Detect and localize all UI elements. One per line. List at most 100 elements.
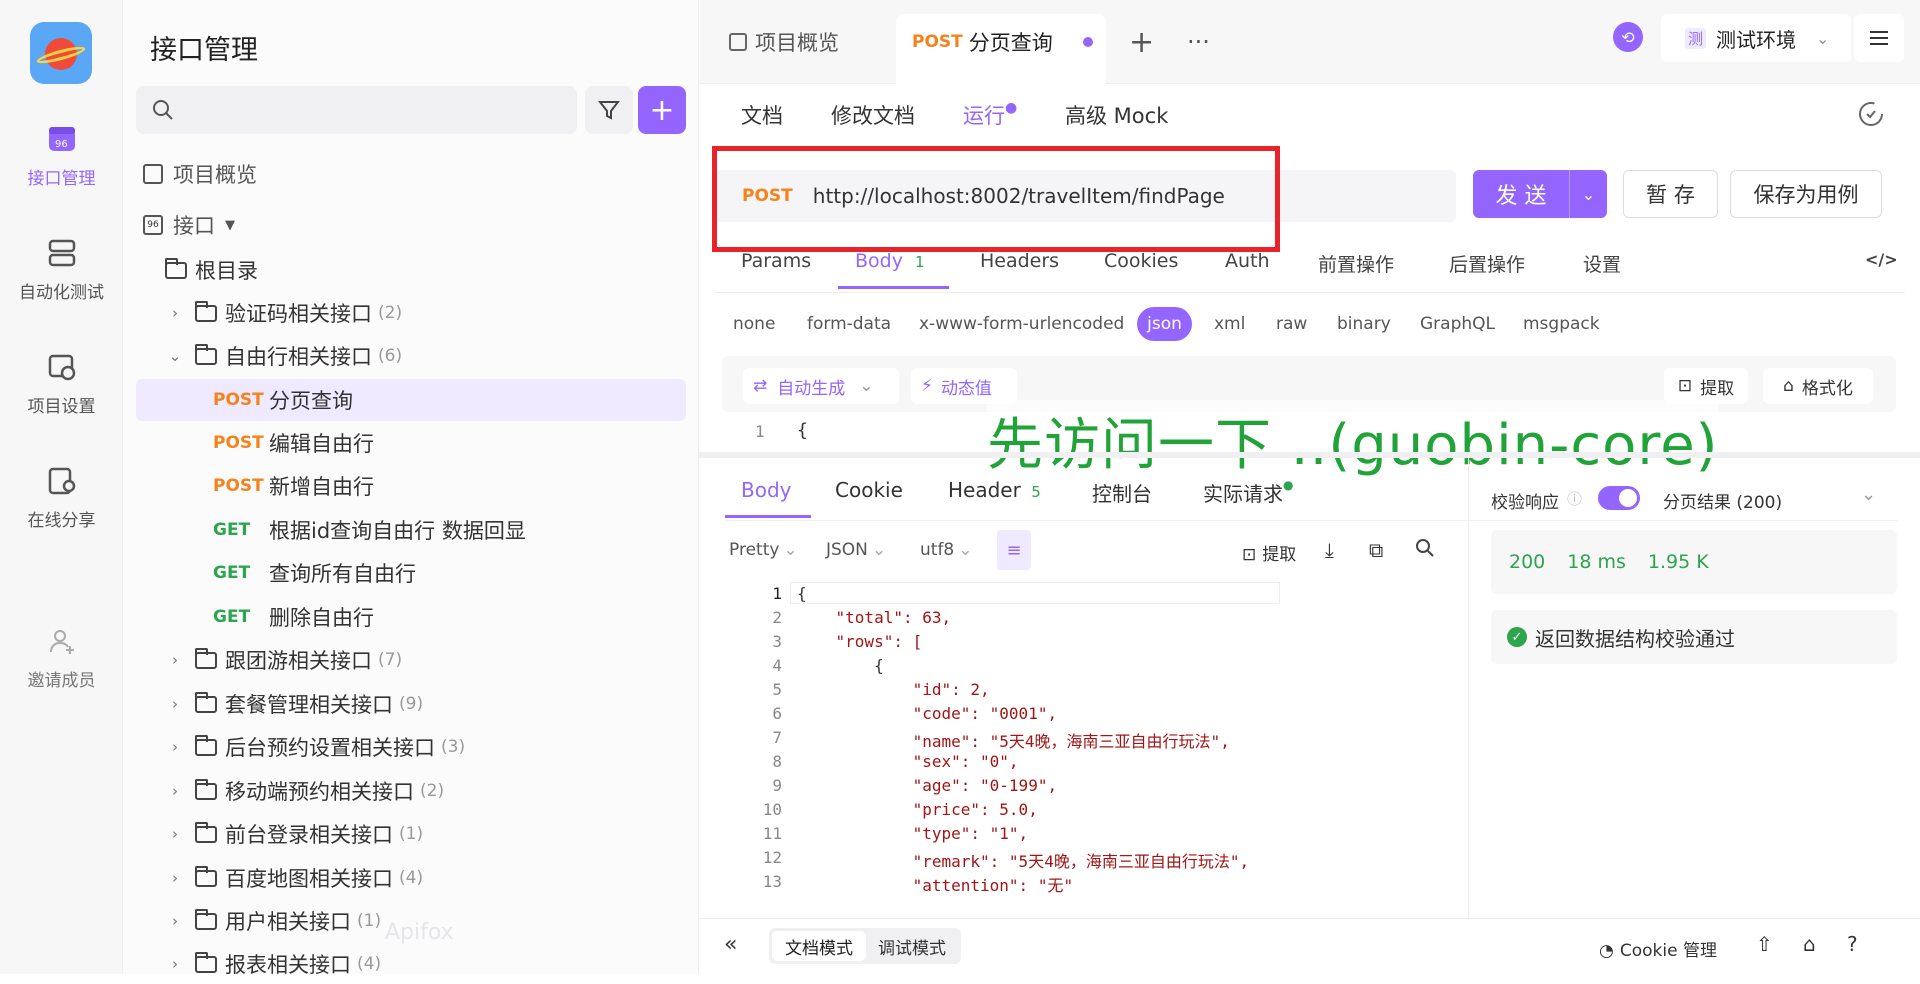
- wrap-toggle[interactable]: ≡: [997, 530, 1031, 570]
- panel-splitter[interactable]: [699, 452, 1920, 458]
- ctype-urlencoded[interactable]: x-www-form-urlencoded: [919, 314, 1124, 334]
- format-button[interactable]: ⌂ 格式化: [1763, 368, 1873, 404]
- folder-row[interactable]: › 报表相关接口 (4): [165, 944, 381, 984]
- rail-item-settings[interactable]: 项目设置: [0, 352, 123, 417]
- dynamic-value-button[interactable]: ⚡ 动态值: [911, 368, 1017, 404]
- encoding-select[interactable]: utf8 ⌄: [920, 540, 973, 560]
- resp-extract-button[interactable]: ⊡ 提取: [1242, 540, 1296, 565]
- debug-mode-button[interactable]: 调试模式: [866, 931, 958, 961]
- json-select[interactable]: JSON ⌄: [826, 540, 886, 560]
- chevron-down-icon[interactable]: ⌄: [1861, 484, 1876, 505]
- plus-icon: +: [649, 92, 675, 128]
- send-button[interactable]: 发 送 ⌄: [1473, 170, 1607, 218]
- sidebar-item-interface[interactable]: 96 接口 ▼: [143, 205, 235, 245]
- ctype-binary[interactable]: binary: [1337, 314, 1391, 334]
- endpoint-row[interactable]: POST 分页查询: [213, 380, 353, 420]
- doc-mode-button[interactable]: 文档模式: [772, 931, 866, 961]
- rail-item-automation[interactable]: 自动化测试: [0, 238, 123, 303]
- add-user-icon: [47, 626, 77, 656]
- endpoint-row[interactable]: GET 查询所有自由行: [213, 553, 416, 593]
- ctype-form-data[interactable]: form-data: [807, 314, 891, 334]
- folder-row[interactable]: › 验证码相关接口 (2): [165, 293, 402, 333]
- more-icon[interactable]: ···: [1187, 14, 1210, 70]
- shirt-icon[interactable]: ⌂: [1803, 932, 1816, 956]
- tab-body[interactable]: Body 1: [855, 250, 925, 272]
- auto-generate-button[interactable]: ⇄ 自动生成 ⌄: [743, 368, 899, 404]
- chevron-down-icon[interactable]: ⌄: [1570, 185, 1607, 204]
- search-input[interactable]: [136, 86, 577, 134]
- validate-result-select[interactable]: 分页结果 (200): [1663, 488, 1782, 513]
- svg-text:96: 96: [55, 139, 68, 150]
- copy-icon[interactable]: ⧉: [1369, 538, 1383, 562]
- ctype-msgpack[interactable]: msgpack: [1523, 314, 1600, 334]
- ctype-none[interactable]: none: [733, 314, 775, 334]
- env-selector[interactable]: 测 测试环境 ⌄: [1661, 14, 1851, 62]
- sync-button[interactable]: ⟲: [1613, 22, 1643, 52]
- folder-row[interactable]: › 用户相关接口 (1): [165, 901, 381, 941]
- pretty-select[interactable]: Pretty ⌄: [729, 540, 798, 560]
- tab-params[interactable]: Params: [741, 250, 811, 272]
- extract-button[interactable]: ⊡ 提取: [1664, 368, 1748, 404]
- resp-tab-cookie[interactable]: Cookie: [835, 478, 903, 502]
- save-button[interactable]: 暂 存: [1623, 170, 1718, 218]
- resp-tab-header[interactable]: Header 5: [948, 478, 1041, 502]
- folder-row[interactable]: › 百度地图相关接口 (4): [165, 858, 423, 898]
- upload-icon[interactable]: ⇧: [1756, 932, 1773, 956]
- tab-pre-op[interactable]: 前置操作: [1318, 250, 1394, 277]
- folder-icon: [195, 821, 217, 843]
- download-icon[interactable]: ⤓: [1325, 538, 1334, 562]
- resp-tab-console[interactable]: 控制台: [1092, 478, 1152, 507]
- tab-doc[interactable]: 文档: [741, 100, 783, 130]
- tab-cookies[interactable]: Cookies: [1104, 250, 1178, 272]
- tab-post-op[interactable]: 后置操作: [1449, 250, 1525, 277]
- wrap-icon: ≡: [1006, 539, 1022, 561]
- chevron-right-icon: ›: [172, 912, 178, 930]
- resp-tab-actual[interactable]: 实际请求●: [1203, 478, 1293, 507]
- code-icon[interactable]: </>: [1865, 250, 1898, 269]
- search-icon[interactable]: [1415, 538, 1435, 563]
- tab-run[interactable]: 运行●: [963, 100, 1017, 130]
- ctype-xml[interactable]: xml: [1214, 314, 1245, 334]
- rail-item-api[interactable]: 96 接口管理: [0, 124, 123, 189]
- resp-tab-body[interactable]: Body: [741, 478, 792, 502]
- folder-row[interactable]: › 前台登录相关接口 (1): [165, 814, 423, 854]
- code-line: "name": "5天4晚，海南三亚自由行玩法",: [797, 732, 1230, 751]
- rail-item-invite[interactable]: 邀请成员: [0, 626, 123, 691]
- tab-settings[interactable]: 设置: [1583, 250, 1621, 277]
- automation-icon: [47, 238, 77, 268]
- folder-row[interactable]: › 跟团游相关接口 (7): [165, 640, 402, 680]
- folder-row[interactable]: ⌄ 自由行相关接口 (6): [165, 336, 402, 376]
- root-folder[interactable]: 根目录: [165, 250, 258, 290]
- endpoint-row[interactable]: POST 新增自由行: [213, 466, 374, 506]
- history-icon[interactable]: [1857, 100, 1885, 133]
- wand-icon: ⚡: [921, 376, 933, 396]
- tab-headers[interactable]: Headers: [980, 250, 1059, 272]
- ctype-graphql[interactable]: GraphQL: [1420, 314, 1495, 334]
- endpoint-row[interactable]: GET 根据id查询自由行 数据回显: [213, 510, 526, 550]
- tab-overview[interactable]: 项目概览: [729, 14, 839, 70]
- new-tab-button[interactable]: +: [1129, 14, 1154, 70]
- validate-toggle[interactable]: [1598, 486, 1640, 510]
- folder-row[interactable]: › 后台预约设置相关接口 (3): [165, 727, 465, 767]
- cookie-manager[interactable]: ◔ Cookie 管理: [1599, 936, 1717, 961]
- endpoint-row[interactable]: GET 删除自由行: [213, 597, 374, 637]
- add-button[interactable]: +: [638, 86, 686, 134]
- endpoint-row[interactable]: POST 编辑自由行: [213, 423, 374, 463]
- folder-row[interactable]: › 移动端预约相关接口 (2): [165, 771, 444, 811]
- menu-button[interactable]: [1854, 14, 1904, 62]
- sidebar-item-overview[interactable]: 项目概览: [143, 154, 257, 194]
- folder-row[interactable]: › 套餐管理相关接口 (9): [165, 684, 423, 724]
- collapse-icon[interactable]: «: [724, 932, 737, 957]
- save-case-button[interactable]: 保存为用例: [1730, 170, 1882, 218]
- chevron-right-icon: ›: [172, 738, 178, 756]
- tab-edit-doc[interactable]: 修改文档: [831, 100, 915, 130]
- ctype-json[interactable]: json: [1137, 307, 1192, 341]
- swap-icon: ⇄: [753, 376, 768, 396]
- help-circle-icon[interactable]: ?: [1847, 932, 1858, 956]
- filter-button[interactable]: [585, 86, 633, 134]
- caret-down-icon: ▼: [225, 217, 235, 233]
- ctype-raw[interactable]: raw: [1276, 314, 1307, 334]
- rail-item-share[interactable]: 在线分享: [0, 466, 123, 531]
- tab-mock[interactable]: 高级 Mock: [1065, 100, 1168, 130]
- tab-auth[interactable]: Auth: [1225, 250, 1270, 272]
